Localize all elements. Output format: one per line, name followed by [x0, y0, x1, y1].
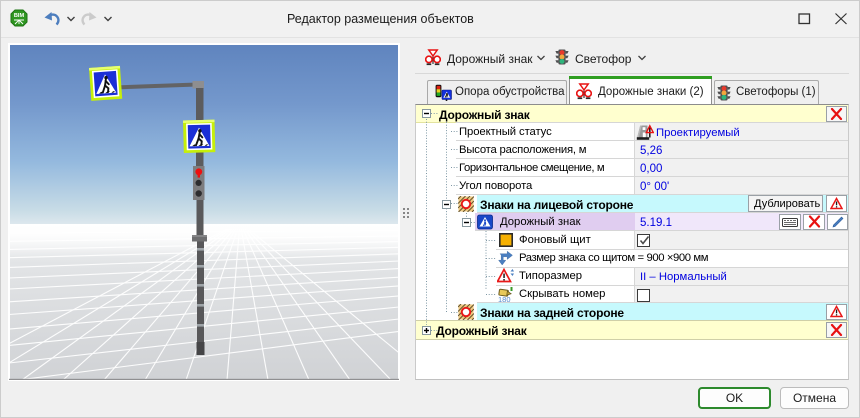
svg-text:BIM: BIM [14, 13, 25, 19]
svg-text:180: 180 [498, 295, 511, 303]
